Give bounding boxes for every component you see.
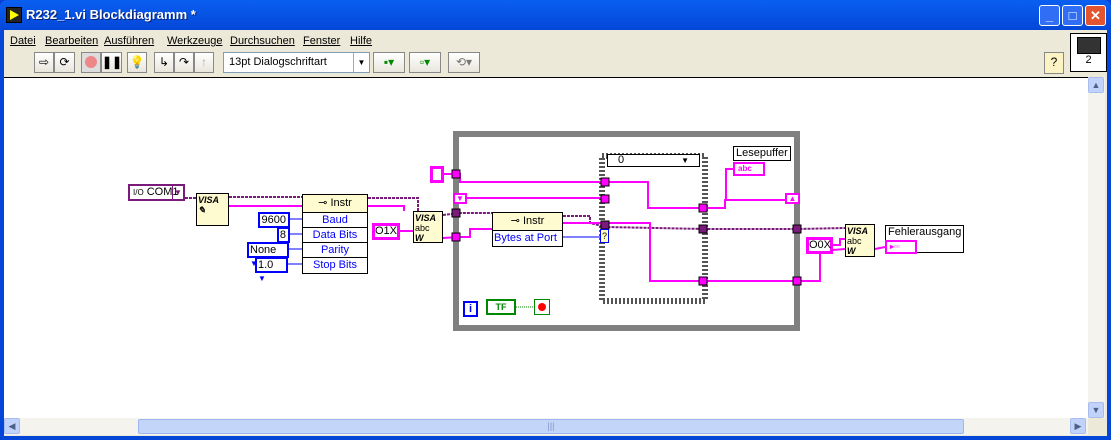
shift-register-left[interactable]: ▼ bbox=[453, 193, 467, 204]
property-node-bytes-at-port[interactable]: ⊸ Instr Bytes at Port bbox=[492, 212, 563, 247]
step-over-icon[interactable]: ↷ bbox=[174, 52, 194, 73]
oscilloscope-icon bbox=[1076, 37, 1101, 54]
menu-werkzeuge[interactable]: Werkzeuge bbox=[167, 35, 222, 47]
minimize-button[interactable]: _ bbox=[1039, 5, 1060, 26]
data-bits-constant[interactable]: 8 bbox=[277, 227, 290, 243]
window: R232_1.vi Blockdiagramm * _ □ ✕ Datei Be… bbox=[0, 0, 1111, 440]
align-icon[interactable]: ▪▾ bbox=[373, 52, 405, 73]
loop-iteration-terminal[interactable]: i bbox=[463, 301, 478, 317]
case-selector[interactable]: 0 ▼ bbox=[607, 154, 700, 167]
step-into-icon[interactable]: ↳ bbox=[154, 52, 174, 73]
visa-write-node-2[interactable]: VISA abc W bbox=[845, 224, 875, 257]
tunnel bbox=[600, 194, 610, 204]
property-stop-bits[interactable]: Stop Bits bbox=[303, 258, 367, 273]
connector-pane-number: 2 bbox=[1085, 54, 1092, 66]
menu-hilfe[interactable]: Hilfe bbox=[350, 35, 372, 47]
property-baud[interactable]: Baud bbox=[303, 213, 367, 228]
wire-visa bbox=[442, 212, 492, 216]
loop-condition-stop-icon[interactable] bbox=[534, 299, 550, 315]
wire-visa bbox=[368, 197, 419, 211]
tunnel bbox=[792, 276, 802, 286]
error-out-indicator[interactable]: ▸▫▫ bbox=[885, 240, 917, 254]
com-port-constant[interactable]: I/O COM1 ▼ bbox=[128, 184, 185, 201]
tunnel bbox=[698, 203, 708, 213]
scroll-left-icon[interactable]: ◀ bbox=[4, 418, 20, 434]
wire-error bbox=[874, 246, 886, 250]
pause-icon[interactable]: ❚❚ bbox=[101, 52, 122, 73]
help-button[interactable]: ? bbox=[1044, 52, 1064, 74]
menu-fenster[interactable]: Fenster bbox=[303, 35, 340, 47]
read-buffer-label: Lesepuffer bbox=[733, 146, 791, 161]
visa-configure-serial-node[interactable]: VISA ✎ bbox=[196, 193, 229, 226]
wire-string bbox=[833, 238, 845, 246]
scroll-down-icon[interactable]: ▼ bbox=[1088, 402, 1104, 418]
menu-datei[interactable]: Datei bbox=[10, 35, 36, 47]
chevron-down-icon: ▼ bbox=[172, 186, 183, 199]
chevron-down-icon: ▼ bbox=[353, 53, 369, 72]
tunnel bbox=[698, 224, 708, 234]
read-buffer-indicator[interactable]: abc bbox=[733, 162, 765, 176]
tunnel bbox=[600, 177, 610, 187]
chevron-down-icon: ▼ bbox=[681, 156, 689, 165]
highlight-execution-icon[interactable]: 💡 bbox=[127, 52, 147, 73]
empty-string-constant[interactable] bbox=[430, 166, 444, 183]
baud-constant[interactable]: 9600 bbox=[258, 212, 290, 228]
visa-label: VISA bbox=[198, 195, 220, 205]
boolean-constant[interactable]: TF bbox=[486, 299, 516, 315]
menu-bar: Datei Bearbeiten Ausführen Werkzeuge Dur… bbox=[4, 32, 1068, 50]
block-diagram-canvas[interactable]: I/O COM1 ▼ VISA ✎ ⊸ Instr Baud Data Bits P… bbox=[4, 77, 1088, 418]
font-select-value: 13pt Dialogschriftart bbox=[229, 56, 327, 68]
step-out-icon[interactable]: ↑ bbox=[194, 52, 214, 73]
labview-vi-icon bbox=[6, 7, 22, 23]
menu-durchsuchen[interactable]: Durchsuchen bbox=[230, 35, 295, 47]
tunnel bbox=[451, 208, 461, 218]
wire-error bbox=[368, 205, 405, 211]
tunnel bbox=[792, 224, 802, 234]
horizontal-scroll-thumb[interactable]: ||| bbox=[138, 419, 964, 434]
tunnel bbox=[451, 232, 461, 242]
horizontal-scrollbar[interactable]: ◀ ||| ▶ bbox=[4, 418, 1088, 435]
scroll-right-icon[interactable]: ▶ bbox=[1070, 418, 1086, 434]
stop-bits-constant[interactable]: 1.0 ▼ bbox=[255, 257, 288, 283]
wire-string bbox=[725, 168, 733, 200]
property-node-header: ⊸ Instr bbox=[303, 195, 367, 213]
abort-icon[interactable] bbox=[81, 52, 101, 73]
menu-ausfuehren[interactable]: Ausführen bbox=[104, 35, 154, 47]
reorder-icon[interactable]: ⟲▾ bbox=[448, 52, 480, 73]
property-bytes-at-port[interactable]: Bytes at Port bbox=[493, 231, 562, 246]
wire-string bbox=[444, 173, 786, 209]
window-title: R232_1.vi Blockdiagramm * bbox=[26, 7, 196, 22]
distribute-icon[interactable]: ▫▾ bbox=[409, 52, 441, 73]
toolbar: ⇨ ⟳ ❚❚ 💡 ↳ ↷ ↑ 13pt Dialogschriftart ▼ ▪▾… bbox=[4, 50, 1068, 76]
tunnel bbox=[600, 220, 610, 230]
connector-pane-icon[interactable]: 2 bbox=[1070, 33, 1107, 72]
property-parity[interactable]: Parity bbox=[303, 243, 367, 258]
shift-register-right[interactable]: ▲ bbox=[785, 193, 800, 204]
scroll-up-icon[interactable]: ▲ bbox=[1088, 77, 1104, 93]
property-data-bits[interactable]: Data Bits bbox=[303, 228, 367, 243]
font-select[interactable]: 13pt Dialogschriftart ▼ bbox=[223, 52, 370, 73]
parity-constant[interactable]: None ▼ bbox=[247, 242, 289, 268]
property-node-serial[interactable]: ⊸ Instr Baud Data Bits Parity Stop Bits bbox=[302, 194, 368, 274]
visa-write-node-1[interactable]: VISA abc W bbox=[413, 211, 443, 243]
write-string-constant-2[interactable]: O0X bbox=[806, 237, 833, 254]
write-string-constant-1[interactable]: O1X bbox=[372, 223, 400, 240]
tunnel bbox=[451, 169, 461, 179]
run-icon[interactable]: ⇨ bbox=[34, 52, 54, 73]
menu-bearbeiten[interactable]: Bearbeiten bbox=[45, 35, 98, 47]
tunnel bbox=[698, 276, 708, 286]
maximize-button[interactable]: □ bbox=[1062, 5, 1083, 26]
case-selector-terminal[interactable]: ? bbox=[600, 229, 609, 243]
vertical-scrollbar[interactable]: ▲ ▼ bbox=[1088, 77, 1105, 418]
wire-error bbox=[442, 228, 492, 239]
title-bar[interactable]: R232_1.vi Blockdiagramm * _ □ ✕ bbox=[0, 0, 1111, 30]
run-continuously-icon[interactable]: ⟳ bbox=[54, 52, 75, 73]
property-node-header: ⊸ Instr bbox=[493, 213, 562, 231]
close-button[interactable]: ✕ bbox=[1085, 5, 1106, 26]
